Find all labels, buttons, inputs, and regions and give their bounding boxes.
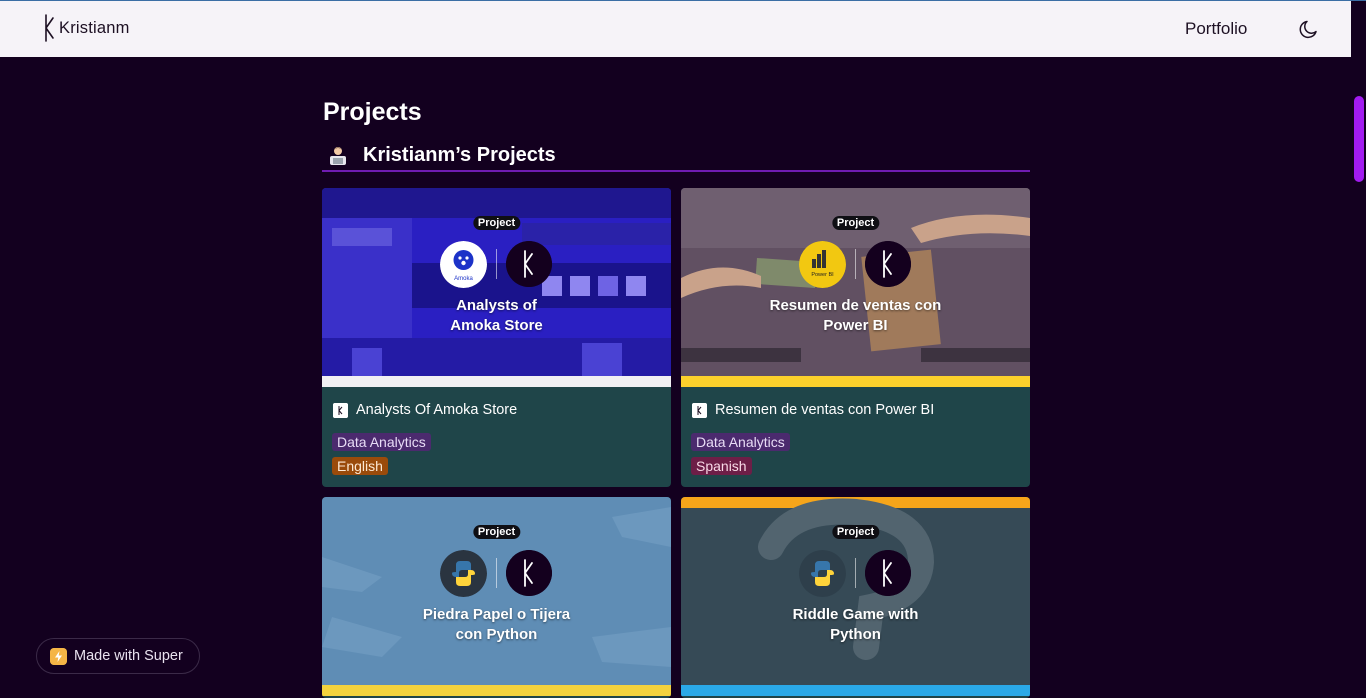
scrollbar-thumb[interactable]	[1354, 96, 1364, 182]
cover-title-line1: Piedra Papel o Tijera	[422, 606, 571, 623]
page-title: Projects	[323, 98, 422, 126]
technologist-emoji-icon	[330, 147, 346, 165]
cover-title: Riddle Game with Python	[681, 605, 1030, 645]
kristianm-logo-icon	[865, 241, 911, 287]
tag-category: Data Analytics	[332, 433, 431, 451]
kristianm-logo-icon	[865, 550, 911, 596]
navbar: Kristianm Portfolio	[0, 1, 1351, 57]
logo-row: Amoka	[440, 241, 552, 288]
brand-link[interactable]: Kristianm	[44, 14, 130, 42]
cover-title-line2: con Python	[455, 626, 538, 643]
card-title-row: Analysts Of Amoka Store	[333, 402, 517, 418]
tag-language: English	[332, 457, 388, 475]
made-with-label[interactable]: Made with Super	[74, 648, 183, 664]
cover-title-line2: Amoka Store	[450, 317, 543, 334]
nav-link-portfolio[interactable]: Portfolio	[1185, 19, 1247, 39]
logo-divider	[855, 558, 856, 588]
project-badge: Project	[472, 525, 521, 539]
card-title-row: Resumen de ventas con Power BI	[692, 402, 934, 418]
logo-row: Power BI	[799, 241, 911, 288]
logo-row	[440, 550, 552, 597]
project-card-power-bi[interactable]: Project Power BI Resumen de ventas con P…	[681, 188, 1030, 487]
project-badge: Project	[831, 525, 880, 539]
cover-title: Piedra Papel o Tijera con Python	[322, 605, 671, 645]
brand-logo-icon	[45, 14, 54, 42]
logo-row	[799, 550, 911, 597]
python-logo-icon	[799, 550, 846, 597]
made-with-super-badge[interactable]: Made with Super	[36, 638, 200, 674]
svg-text:Power BI: Power BI	[811, 272, 834, 278]
cover-color-strip	[322, 376, 671, 387]
cover-title-line1: Riddle Game with	[792, 606, 919, 623]
logo-divider	[855, 249, 856, 279]
logo-divider	[496, 249, 497, 279]
card-title[interactable]: Resumen de ventas con Power BI	[715, 402, 934, 418]
tag-language: Spanish	[691, 457, 752, 475]
card-cover-image: Project Power BI Resumen de ventas con P…	[681, 188, 1030, 376]
moon-icon[interactable]	[1298, 18, 1320, 40]
lightning-icon	[50, 648, 67, 665]
cover-title-line2: Power BI	[823, 317, 888, 334]
logo-divider	[496, 558, 497, 588]
project-card-rock-paper-scissors[interactable]: Project Piedra Papel o Tijera con Python	[322, 497, 671, 698]
cover-title: Analysts of Amoka Store	[322, 296, 671, 336]
brand-name[interactable]: Kristianm	[59, 19, 130, 38]
tag-category: Data Analytics	[691, 433, 790, 451]
card-title[interactable]: Analysts Of Amoka Store	[356, 402, 517, 418]
cover-title-line1: Resumen de ventas con	[769, 297, 942, 314]
cover-title: Resumen de ventas con Power BI	[681, 296, 1030, 336]
section-title: Kristianm’s Projects	[363, 144, 556, 166]
amoka-logo-icon: Amoka	[440, 241, 487, 288]
project-card-riddle-game[interactable]: Project Riddle Game with Python	[681, 497, 1030, 698]
project-card-amoka[interactable]: Project Amoka Analysts of Amoka Store An…	[322, 188, 671, 487]
power-bi-logo-icon: Power BI	[799, 241, 846, 288]
kristianm-logo-icon	[506, 550, 552, 596]
card-cover-image: Project Piedra Papel o Tijera con Python	[322, 497, 671, 685]
cover-color-strip	[322, 685, 671, 696]
section-header: Kristianm’s Projects	[322, 142, 1030, 172]
cover-color-strip	[681, 685, 1030, 696]
svg-text:Amoka: Amoka	[454, 276, 473, 282]
cover-color-strip	[681, 376, 1030, 387]
page-icon	[333, 402, 348, 418]
python-logo-icon	[440, 550, 487, 597]
card-cover-image: Project Riddle Game with Python	[681, 497, 1030, 685]
kristianm-logo-icon	[506, 241, 552, 287]
page-icon	[692, 402, 707, 418]
project-badge: Project	[472, 216, 521, 230]
cover-title-line2: Python	[830, 626, 881, 643]
cover-title-line1: Analysts of	[456, 297, 537, 314]
project-badge: Project	[831, 216, 880, 230]
card-cover-image: Project Amoka Analysts of Amoka Store	[322, 188, 671, 376]
